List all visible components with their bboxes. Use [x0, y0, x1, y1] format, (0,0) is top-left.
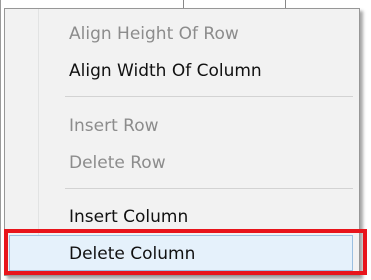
menu-item-label: Align Height Of Row [69, 23, 239, 44]
menu-item-label: Delete Row [69, 152, 166, 173]
menu-separator [65, 96, 353, 97]
menu-item-insert-row[interactable]: Insert Row [5, 107, 359, 144]
menu-item-delete-row[interactable]: Delete Row [5, 144, 359, 181]
menu-item-label: Insert Column [69, 206, 189, 227]
menu-item-align-height-of-row[interactable]: Align Height Of Row [5, 15, 359, 52]
menu-item-label: Align Width Of Column [69, 60, 262, 81]
menu-separator [65, 188, 353, 189]
annotation-highlight-box [4, 229, 367, 275]
background-table-border [0, 0, 1, 280]
menu-item-align-width-of-column[interactable]: Align Width Of Column [5, 52, 359, 89]
menu-item-label: Insert Row [69, 115, 159, 136]
